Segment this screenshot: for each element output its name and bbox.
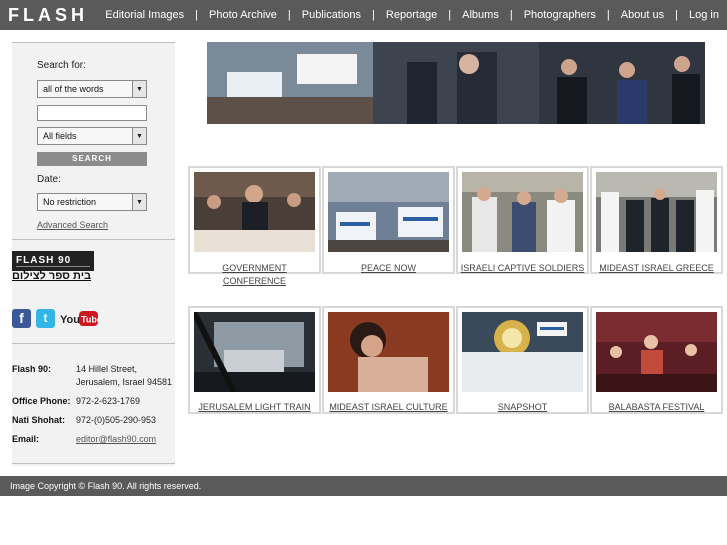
svg-text:Tube: Tube bbox=[81, 315, 98, 325]
album-title-mideast-israel-culture[interactable]: MIDEAST ISRAEL CULTURE bbox=[322, 402, 455, 412]
facebook-icon[interactable]: f bbox=[12, 309, 31, 328]
nav-reportage[interactable]: Reportage bbox=[386, 9, 437, 21]
sidebar-divider bbox=[12, 42, 175, 43]
album-card[interactable] bbox=[590, 306, 723, 414]
album-title-balabasta-festival[interactable]: BALABASTA FESTIVAL bbox=[590, 402, 723, 412]
album-thumbnail[interactable] bbox=[328, 312, 449, 392]
chevron-down-icon[interactable]: ▼ bbox=[132, 194, 146, 210]
flash90-label: Flash 90: bbox=[12, 364, 52, 374]
album-card[interactable] bbox=[322, 306, 455, 414]
advanced-search-link[interactable]: Advanced Search bbox=[37, 220, 108, 230]
album-thumbnail[interactable] bbox=[194, 312, 315, 392]
address-line1: 14 Hillel Street, bbox=[76, 364, 138, 374]
nav-separator: | bbox=[675, 9, 679, 21]
nav-albums[interactable]: Albums bbox=[462, 9, 499, 21]
page: FLASH Editorial Images | Photo Archive |… bbox=[0, 0, 727, 545]
sidebar-divider bbox=[12, 239, 175, 240]
album-title-line2[interactable]: CONFERENCE bbox=[188, 276, 321, 286]
email-label: Email: bbox=[12, 434, 40, 444]
nav-separator: | bbox=[195, 9, 198, 21]
sidebar-divider bbox=[12, 463, 175, 464]
album-thumbnail[interactable] bbox=[462, 312, 583, 392]
nav-separator: | bbox=[372, 9, 375, 21]
nav-log-in[interactable]: Log in bbox=[689, 9, 719, 21]
album-card[interactable] bbox=[456, 306, 589, 414]
nav-editorial-images[interactable]: Editorial Images bbox=[105, 9, 184, 21]
field-value: All fields bbox=[43, 131, 77, 141]
album-thumbnail[interactable] bbox=[462, 172, 583, 252]
main-nav: Editorial Images | Photo Archive | Publi… bbox=[105, 0, 727, 30]
album-card[interactable] bbox=[456, 166, 589, 274]
album-title-israeli-captive-soldiers[interactable]: ISRAELI CAPTIVE SOLDIERS bbox=[456, 263, 589, 273]
office-phone-label: Office Phone: bbox=[12, 396, 71, 406]
chevron-down-icon[interactable]: ▼ bbox=[132, 81, 146, 97]
album-title-peace-now[interactable]: PEACE NOW bbox=[322, 263, 455, 273]
nav-about-us[interactable]: About us bbox=[621, 9, 664, 21]
album-card[interactable] bbox=[590, 166, 723, 274]
sidebar-divider bbox=[12, 343, 175, 344]
nav-separator: | bbox=[448, 9, 452, 21]
album-title-jerusalem-light-train[interactable]: JERUSALEM LIGHT TRAIN bbox=[188, 402, 321, 412]
date-select[interactable]: No restriction ▼ bbox=[37, 193, 147, 211]
album-title-snapshot[interactable]: SNAPSHOT bbox=[456, 402, 589, 412]
copyright-text: Image Copyright © Flash 90. All rights r… bbox=[10, 481, 202, 491]
album-title-mideast-israel-greece[interactable]: MIDEAST ISRAEL GREECE bbox=[590, 263, 723, 273]
nati-shohat-phone: 972-(0)505-290-953 bbox=[76, 415, 157, 425]
svg-text:FLASH 90: FLASH 90 bbox=[16, 255, 71, 266]
album-thumbnail[interactable] bbox=[328, 172, 449, 252]
search-input[interactable] bbox=[37, 105, 147, 121]
youtube-icon[interactable]: You Tube bbox=[60, 309, 98, 328]
date-value: No restriction bbox=[43, 197, 97, 207]
office-phone: 972-2-623-1769 bbox=[76, 396, 141, 406]
twitter-icon[interactable]: t bbox=[36, 309, 55, 328]
flash90-school-logo[interactable]: FLASH 90 bbox=[12, 251, 94, 271]
nav-separator: | bbox=[509, 9, 513, 21]
album-card[interactable] bbox=[188, 306, 321, 414]
svg-text:FLASH: FLASH bbox=[8, 6, 88, 24]
match-mode-value: all of the words bbox=[43, 84, 104, 94]
nati-shohat-label: Nati Shohat: bbox=[12, 415, 65, 425]
match-mode-select[interactable]: all of the words ▼ bbox=[37, 80, 147, 98]
album-thumbnail[interactable] bbox=[596, 172, 717, 252]
nav-publications[interactable]: Publications bbox=[302, 9, 361, 21]
photography-school-link[interactable]: בית ספר לצילום bbox=[12, 270, 91, 282]
album-title-government-conference[interactable]: GOVERNMENT bbox=[188, 263, 321, 273]
email-link[interactable]: editor@flash90.com bbox=[76, 434, 156, 444]
field-select[interactable]: All fields ▼ bbox=[37, 127, 147, 145]
nav-photographers[interactable]: Photographers bbox=[524, 9, 596, 21]
footer: Image Copyright © Flash 90. All rights r… bbox=[0, 476, 727, 496]
address-line2: Jerusalem, Israel 94581 bbox=[76, 377, 173, 387]
album-card[interactable] bbox=[322, 166, 455, 274]
top-bar: FLASH Editorial Images | Photo Archive |… bbox=[0, 0, 727, 30]
album-card[interactable] bbox=[188, 166, 321, 274]
search-label: Search for: bbox=[37, 60, 86, 71]
chevron-down-icon[interactable]: ▼ bbox=[132, 128, 146, 144]
nav-separator: | bbox=[606, 9, 610, 21]
header-banner-photo bbox=[207, 42, 705, 124]
svg-text:You: You bbox=[60, 314, 80, 326]
album-thumbnail[interactable] bbox=[194, 172, 315, 252]
album-thumbnail[interactable] bbox=[596, 312, 717, 392]
nav-separator: | bbox=[287, 9, 291, 21]
date-label: Date: bbox=[37, 174, 61, 185]
search-button[interactable]: search bbox=[37, 152, 147, 166]
nav-photo-archive[interactable]: Photo Archive bbox=[209, 9, 277, 21]
